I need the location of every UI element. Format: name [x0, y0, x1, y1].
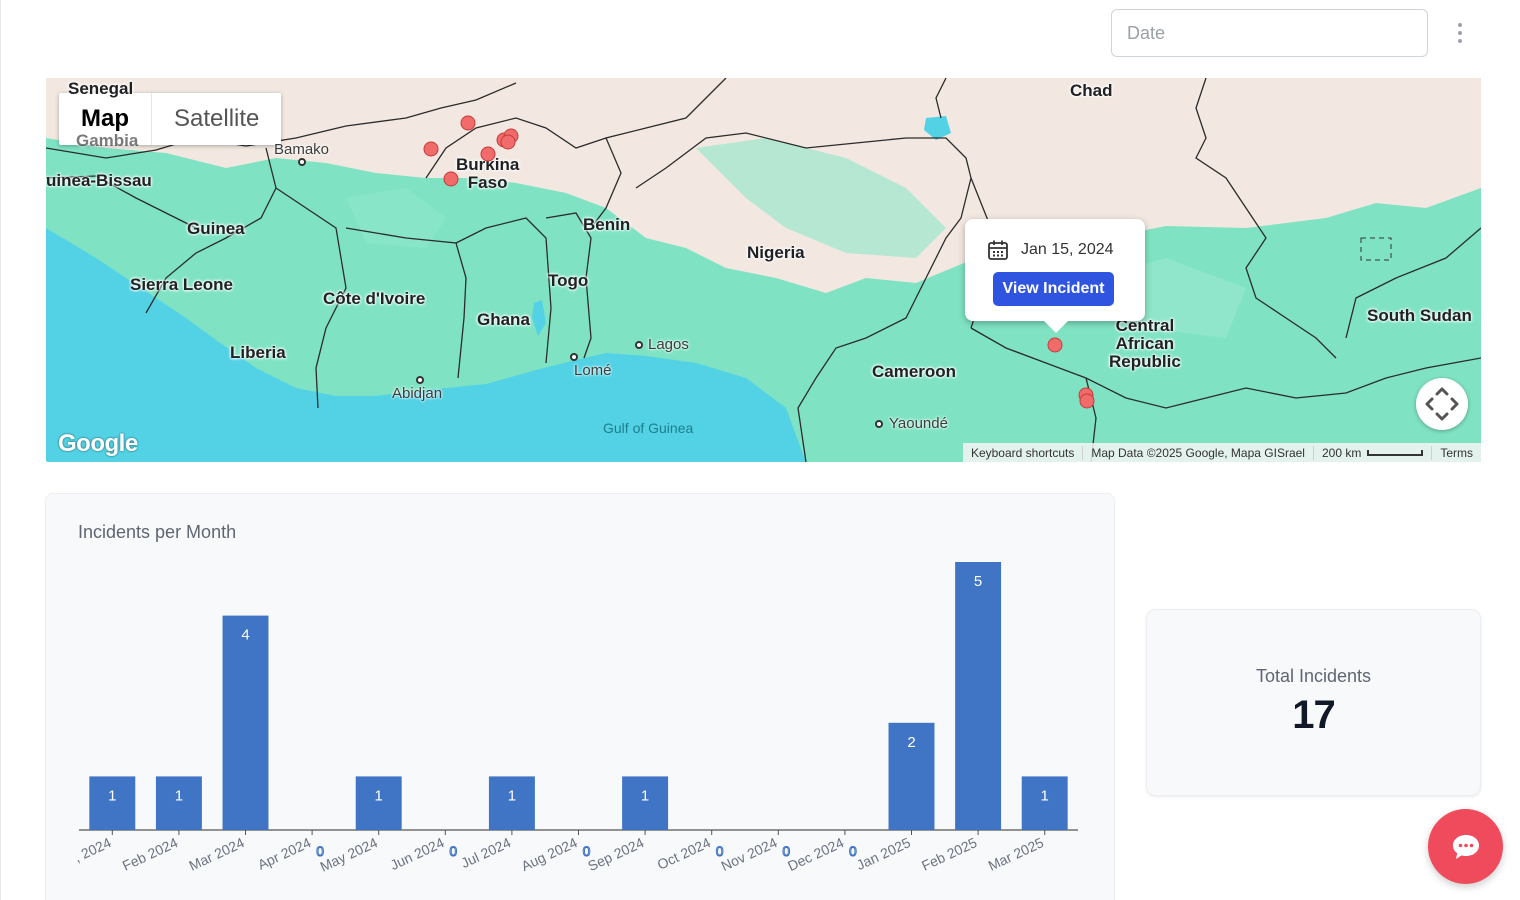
- map-label-ghana: Ghana: [477, 310, 530, 329]
- bar-chart: 1 , 2024 1 Feb 2024 4 Mar 2024 0 Apr 2024 1 May 2…: [72, 562, 1078, 875]
- x-tick-label: Feb 2024: [120, 834, 181, 874]
- city-dot-yaounde: [875, 420, 883, 428]
- city-dot-abidjan: [416, 376, 424, 384]
- x-tick-label: Dec 2024: [785, 834, 846, 874]
- chat-bubble-icon[interactable]: [1428, 809, 1503, 884]
- bar-feb-2025[interactable]: [955, 562, 1002, 830]
- bar-value-label-zero: 0: [449, 843, 457, 859]
- map-type-satellite-button[interactable]: Satellite: [152, 93, 281, 145]
- incident-marker[interactable]: [1079, 393, 1095, 409]
- keyboard-shortcuts-link[interactable]: Keyboard shortcuts: [963, 446, 1082, 460]
- city-dot-lagos: [635, 341, 643, 349]
- map-label-central-african-republic: Central African Republic: [1109, 316, 1181, 371]
- map-label-chad: Chad: [1070, 81, 1113, 100]
- incident-map[interactable]: Map Satellite Senegal Gambia uinea-Bissa…: [46, 78, 1481, 462]
- map-label-cameroon: Cameroon: [872, 362, 957, 381]
- x-tick-label: Jun 2024: [388, 834, 447, 873]
- fullscreen-icon[interactable]: [1416, 378, 1468, 430]
- x-tick-label: Oct 2024: [655, 834, 713, 873]
- x-tick-label: Jul 2024: [458, 834, 513, 871]
- bar-value-label: 1: [175, 787, 183, 804]
- city-dot-bamako: [298, 158, 306, 166]
- popup-date: Jan 15, 2024: [987, 239, 1114, 261]
- incident-marker[interactable]: [443, 171, 459, 187]
- map-label-lome: Lomé: [574, 362, 612, 379]
- incident-marker[interactable]: [460, 115, 476, 131]
- city-dot-lome: [570, 353, 578, 361]
- x-tick-label: Apr 2024: [255, 834, 313, 873]
- incidents-per-month-card: Incidents per Month 1, 2024 1 Feb 2024 4 Mar…: [45, 493, 1115, 900]
- map-attribution: Keyboard shortcuts Map Data ©2025 Google…: [962, 443, 1481, 462]
- map-label-benin: Benin: [583, 215, 631, 234]
- scale-text: 200 km: [1321, 445, 1362, 460]
- more-vertical-icon[interactable]: [1447, 18, 1473, 48]
- x-tick-label: Nov 2024: [718, 834, 779, 874]
- view-incident-button[interactable]: View Incident: [993, 272, 1114, 306]
- terms-link[interactable]: Terms: [1431, 445, 1481, 460]
- map-label-bamako: Bamako: [274, 141, 330, 158]
- map-label-nigeria: Nigeria: [747, 243, 805, 262]
- bar-value-label: 1: [508, 787, 516, 804]
- bar-value-label: 1: [641, 787, 649, 804]
- google-logo: Google: [58, 430, 138, 457]
- bar-value-label: 1: [375, 787, 383, 804]
- total-incidents-value: 17: [1292, 693, 1336, 737]
- map-label-abidjan: Abidjan: [392, 385, 443, 402]
- x-tick-label: Mar 2024: [186, 834, 247, 874]
- map-label-south-sudan: South Sudan: [1367, 306, 1472, 325]
- x-tick-label: Feb 2025: [919, 834, 980, 874]
- incident-marker[interactable]: [480, 146, 496, 162]
- x-tick-label: Jan 2025: [854, 834, 913, 873]
- map-label-togo: Togo: [548, 271, 589, 290]
- map-label-senegal: Senegal: [68, 79, 134, 98]
- total-incidents-label: Total Incidents: [1255, 666, 1372, 686]
- incident-popup: Jan 15, 2024 View Incident: [965, 219, 1145, 333]
- incident-marker[interactable]: [500, 134, 516, 150]
- map-label-gulf-of-guinea: Gulf of Guinea: [603, 420, 694, 436]
- popup-date-text: Jan 15, 2024: [1021, 241, 1114, 258]
- map-label-yaounde: Yaoundé: [889, 415, 948, 432]
- map-label-liberia: Liberia: [230, 343, 286, 362]
- bar-mar-2024[interactable]: [222, 615, 269, 830]
- map-label-sierra-leone: Sierra Leone: [130, 275, 233, 294]
- incident-marker[interactable]: [423, 141, 439, 157]
- x-tick-label: , 2024: [72, 834, 114, 865]
- x-tick-label: Mar 2025: [986, 834, 1047, 874]
- x-tick-label: Aug 2024: [519, 834, 580, 874]
- scale-bar: [1367, 450, 1424, 457]
- x-tick-label: Sep 2024: [585, 834, 646, 874]
- map-label-guinea-bissau: uinea-Bissau: [46, 171, 152, 190]
- map-label-cote-divoire: Côte d'Ivoire: [323, 289, 426, 308]
- map-label-gambia: Gambia: [76, 131, 139, 150]
- x-tick-label: May 2024: [317, 834, 380, 875]
- calendar-icon: [988, 240, 1008, 260]
- map-label-guinea: Guinea: [187, 219, 245, 238]
- bar-value-label: 1: [1041, 787, 1049, 804]
- incident-marker[interactable]: [1047, 337, 1063, 353]
- bar-value-label: 1: [108, 787, 116, 804]
- date-filter-input[interactable]: [1111, 9, 1428, 57]
- dashboard-page: Map Satellite Senegal Gambia uinea-Bissa…: [0, 0, 1520, 900]
- map-scale[interactable]: 200 km: [1312, 445, 1431, 460]
- map-label-lagos: Lagos: [648, 336, 689, 353]
- bar-value-label: 4: [241, 627, 249, 644]
- bar-value-label: 5: [974, 573, 982, 590]
- map-data-text: Map Data ©2025 Google, Mapa GISrael: [1082, 445, 1313, 460]
- bar-value-label: 2: [907, 734, 915, 751]
- total-incidents-card: Total Incidents 17: [1146, 609, 1481, 796]
